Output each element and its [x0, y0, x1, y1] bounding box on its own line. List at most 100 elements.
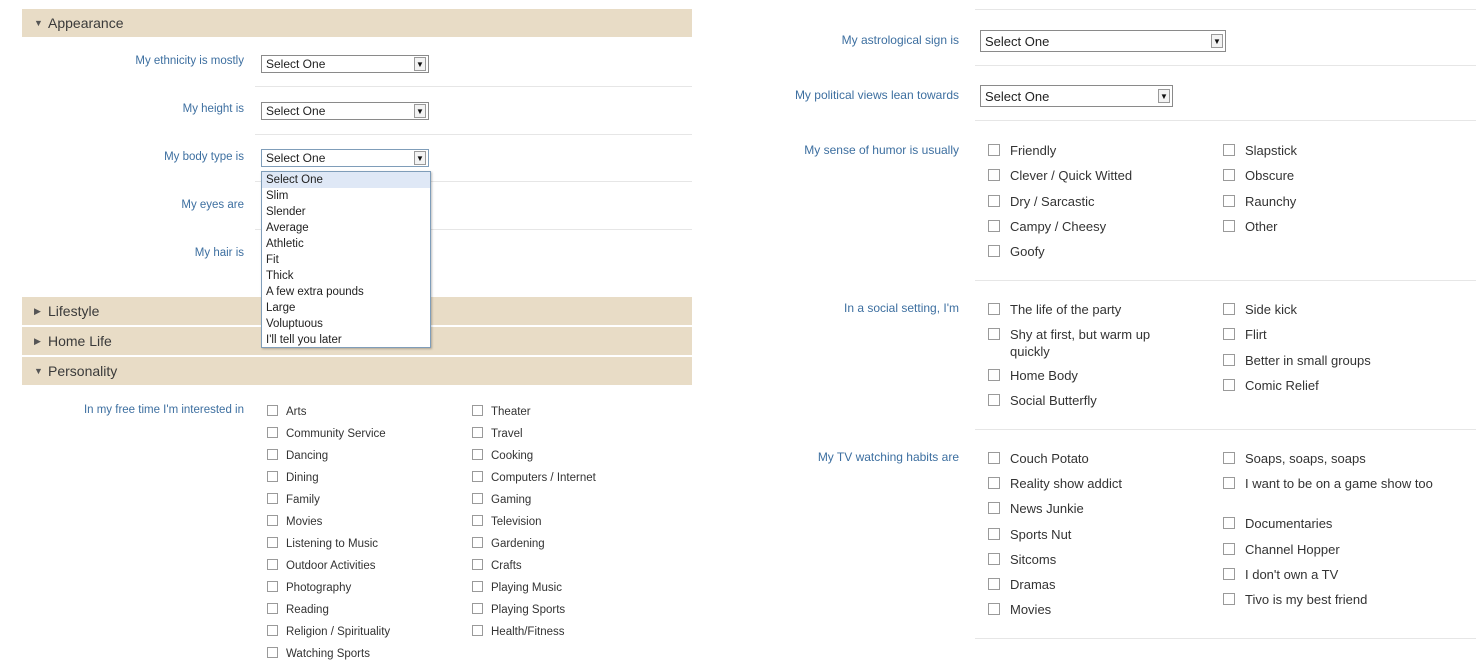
checkbox-icon[interactable] [267, 471, 278, 482]
height-select[interactable]: Select One ▼ [261, 102, 429, 120]
checkbox-soaps[interactable]: Soaps, soaps, soaps [1223, 450, 1366, 467]
checkbox-icon[interactable] [267, 515, 278, 526]
checkbox-icon[interactable] [267, 537, 278, 548]
checkbox-playing-sports[interactable]: Playing Sports [472, 602, 565, 618]
checkbox-clever-quick-witted[interactable]: Clever / Quick Witted [988, 167, 1132, 184]
checkbox-dont-own-tv[interactable]: I don't own a TV [1223, 566, 1338, 583]
checkbox-icon[interactable] [267, 405, 278, 416]
checkbox-game-show[interactable]: I want to be on a game show too [1223, 475, 1453, 492]
checkbox-icon[interactable] [1223, 452, 1235, 464]
checkbox-tivo[interactable]: Tivo is my best friend [1223, 591, 1367, 608]
checkbox-raunchy[interactable]: Raunchy [1223, 193, 1296, 210]
checkbox-icon[interactable] [472, 581, 483, 592]
checkbox-theater[interactable]: Theater [472, 404, 531, 420]
checkbox-icon[interactable] [472, 493, 483, 504]
dropdown-option[interactable]: I'll tell you later [262, 332, 430, 348]
checkbox-icon[interactable] [988, 144, 1000, 156]
checkbox-social-butterfly[interactable]: Social Butterfly [988, 392, 1097, 409]
checkbox-news-junkie[interactable]: News Junkie [988, 500, 1084, 517]
body-type-select[interactable]: Select One ▼ [261, 149, 429, 167]
checkbox-icon[interactable] [988, 220, 1000, 232]
checkbox-side-kick[interactable]: Side kick [1223, 301, 1297, 318]
checkbox-outdoor-activities[interactable]: Outdoor Activities [267, 558, 375, 574]
checkbox-icon[interactable] [267, 625, 278, 636]
dropdown-option[interactable]: Slender [262, 204, 430, 220]
checkbox-icon[interactable] [988, 195, 1000, 207]
dropdown-option[interactable]: Athletic [262, 236, 430, 252]
checkbox-community-service[interactable]: Community Service [267, 426, 386, 442]
checkbox-icon[interactable] [988, 169, 1000, 181]
checkbox-watching-sports[interactable]: Watching Sports [267, 646, 370, 662]
checkbox-reading[interactable]: Reading [267, 602, 329, 618]
checkbox-icon[interactable] [988, 394, 1000, 406]
checkbox-dramas[interactable]: Dramas [988, 576, 1056, 593]
checkbox-goofy[interactable]: Goofy [988, 243, 1045, 260]
checkbox-channel-hopper[interactable]: Channel Hopper [1223, 541, 1340, 558]
checkbox-icon[interactable] [267, 427, 278, 438]
checkbox-icon[interactable] [1223, 593, 1235, 605]
checkbox-slapstick[interactable]: Slapstick [1223, 142, 1297, 159]
checkbox-icon[interactable] [1223, 303, 1235, 315]
checkbox-photography[interactable]: Photography [267, 580, 351, 596]
dropdown-option[interactable]: Voluptuous [262, 316, 430, 332]
checkbox-icon[interactable] [267, 493, 278, 504]
checkbox-other[interactable]: Other [1223, 218, 1278, 235]
checkbox-movies[interactable]: Movies [267, 514, 322, 530]
checkbox-icon[interactable] [472, 449, 483, 460]
checkbox-comic-relief[interactable]: Comic Relief [1223, 377, 1319, 394]
checkbox-sports-nut[interactable]: Sports Nut [988, 526, 1071, 543]
checkbox-home-body[interactable]: Home Body [988, 367, 1078, 384]
checkbox-reality-show-addict[interactable]: Reality show addict [988, 475, 1122, 492]
checkbox-dining[interactable]: Dining [267, 470, 319, 486]
checkbox-dancing[interactable]: Dancing [267, 448, 328, 464]
checkbox-icon[interactable] [472, 427, 483, 438]
checkbox-icon[interactable] [472, 515, 483, 526]
checkbox-icon[interactable] [1223, 568, 1235, 580]
checkbox-icon[interactable] [267, 603, 278, 614]
ethnicity-select[interactable]: Select One ▼ [261, 55, 429, 73]
checkbox-icon[interactable] [1223, 169, 1235, 181]
checkbox-cooking[interactable]: Cooking [472, 448, 533, 464]
checkbox-religion-spirituality[interactable]: Religion / Spirituality [267, 624, 390, 640]
dropdown-option[interactable]: Large [262, 300, 430, 316]
checkbox-icon[interactable] [472, 471, 483, 482]
checkbox-arts[interactable]: Arts [267, 404, 306, 420]
checkbox-icon[interactable] [988, 578, 1000, 590]
checkbox-couch-potato[interactable]: Couch Potato [988, 450, 1089, 467]
checkbox-icon[interactable] [988, 553, 1000, 565]
dropdown-option[interactable]: Average [262, 220, 430, 236]
checkbox-icon[interactable] [472, 625, 483, 636]
dropdown-option[interactable]: Select One [262, 172, 430, 188]
checkbox-movies-tv[interactable]: Movies [988, 601, 1051, 618]
checkbox-sitcoms[interactable]: Sitcoms [988, 551, 1056, 568]
checkbox-icon[interactable] [1223, 328, 1235, 340]
checkbox-icon[interactable] [988, 603, 1000, 615]
dropdown-option[interactable]: Slim [262, 188, 430, 204]
checkbox-icon[interactable] [472, 603, 483, 614]
checkbox-crafts[interactable]: Crafts [472, 558, 522, 574]
checkbox-playing-music[interactable]: Playing Music [472, 580, 562, 596]
checkbox-icon[interactable] [472, 559, 483, 570]
astrological-select[interactable]: Select One ▼ [980, 30, 1226, 52]
section-header-appearance[interactable]: ▼ Appearance [22, 9, 692, 37]
checkbox-television[interactable]: Television [472, 514, 542, 530]
checkbox-campy-cheesy[interactable]: Campy / Cheesy [988, 218, 1106, 235]
checkbox-better-in-small-groups[interactable]: Better in small groups [1223, 352, 1371, 369]
checkbox-icon[interactable] [1223, 195, 1235, 207]
checkbox-shy-at-first[interactable]: Shy at first, but warm up quickly [988, 326, 1188, 360]
checkbox-listening-to-music[interactable]: Listening to Music [267, 536, 378, 552]
checkbox-icon[interactable] [1223, 144, 1235, 156]
checkbox-documentaries[interactable]: Documentaries [1223, 515, 1332, 532]
checkbox-flirt[interactable]: Flirt [1223, 326, 1267, 343]
checkbox-icon[interactable] [1223, 354, 1235, 366]
checkbox-icon[interactable] [267, 647, 278, 658]
checkbox-icon[interactable] [472, 537, 483, 548]
checkbox-icon[interactable] [267, 559, 278, 570]
checkbox-icon[interactable] [988, 328, 1000, 340]
checkbox-computers-internet[interactable]: Computers / Internet [472, 470, 596, 486]
checkbox-icon[interactable] [988, 369, 1000, 381]
checkbox-gardening[interactable]: Gardening [472, 536, 545, 552]
checkbox-gaming[interactable]: Gaming [472, 492, 531, 508]
checkbox-family[interactable]: Family [267, 492, 320, 508]
dropdown-option[interactable]: Fit [262, 252, 430, 268]
